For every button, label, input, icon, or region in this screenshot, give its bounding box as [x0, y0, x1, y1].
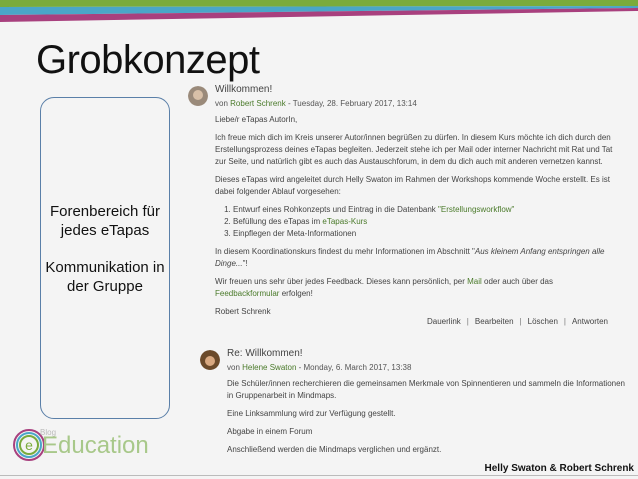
by-label: von	[215, 99, 228, 108]
post-actions: Dauerlink | Bearbeiten | Löschen | Antworten	[426, 317, 608, 326]
post-date: - Tuesday, 28. February 2017, 13:14	[285, 99, 417, 108]
avatar	[188, 86, 208, 106]
steps-list: Entwurf eines Rohkonzepts und Eintrag in…	[215, 204, 615, 240]
box-line: Kommunikation in der Gruppe	[45, 259, 165, 295]
step-text: Entwurf eines Rohkonzepts und Eintrag in…	[233, 205, 439, 214]
svg-text:e: e	[25, 437, 33, 453]
author-link[interactable]: Helene Swaton	[242, 363, 296, 372]
list-item: Einpflegen der Meta-Informationen	[233, 228, 615, 240]
step-text: Befüllung des eTapas im	[233, 217, 323, 226]
forum-post: Willkommen! von Robert Schrenk - Tuesday…	[188, 84, 618, 334]
paragraph: In diesem Koordinationskurs findest du m…	[215, 246, 615, 270]
post-meta: von Helene Swaton - Monday, 6. March 201…	[227, 362, 411, 374]
mail-link[interactable]: Mail	[467, 277, 482, 286]
feedback-form-link[interactable]: Feedbackformular	[215, 289, 279, 298]
description-box: Forenbereich für jedes eTapas Kommunikat…	[40, 97, 170, 419]
forum-post: Re: Willkommen! von Helene Swaton - Mond…	[200, 348, 630, 458]
paragraph: Ich freue mich dich im Kreis unserer Aut…	[215, 133, 613, 166]
slide-footer: Helly Swaton & Robert Schrenk	[484, 463, 634, 474]
delete-link[interactable]: Löschen	[528, 317, 558, 326]
paragraph: Dieses eTapas wird angeleitet durch Hell…	[215, 175, 610, 196]
step-text: Einpflegen der Meta-Informationen	[233, 229, 357, 238]
author-link[interactable]: Robert Schrenk	[230, 99, 286, 108]
divider	[0, 475, 638, 476]
post-date: - Monday, 6. March 2017, 13:38	[296, 363, 412, 372]
box-line: Forenbereich für jedes eTapas	[49, 203, 161, 239]
decorative-stripes	[0, 0, 638, 22]
text: In diesem Koordinationskurs findest du m…	[215, 247, 475, 256]
post-title: Re: Willkommen!	[227, 348, 303, 359]
logo-text: Education	[42, 432, 149, 459]
slide-title: Grobkonzept	[36, 38, 260, 82]
paragraph: Abgabe in einem Forum	[227, 427, 313, 436]
post-title: Willkommen!	[215, 84, 273, 95]
by-label: von	[227, 363, 240, 372]
greeting: Liebe/r eTapas AutorIn,	[215, 115, 298, 124]
paragraph: Wir freuen uns sehr über jedes Feedback.…	[215, 276, 615, 300]
post-meta: von Robert Schrenk - Tuesday, 28. Februa…	[215, 98, 417, 110]
text: "!	[242, 259, 248, 268]
reply-link[interactable]: Antworten	[572, 317, 608, 326]
paragraph: Die Schüler/innen recherchieren die geme…	[227, 379, 625, 400]
step-link[interactable]: "Erstellungsworkflow"	[438, 205, 514, 214]
list-item: Befüllung des eTapas im eTapas-Kurs	[233, 216, 615, 228]
edit-link[interactable]: Bearbeiten	[475, 317, 514, 326]
permalink-link[interactable]: Dauerlink	[427, 317, 461, 326]
text: erfolgen!	[279, 289, 313, 298]
text: Wir freuen uns sehr über jedes Feedback.…	[215, 277, 468, 286]
post-body: Liebe/r eTapas AutorIn, Ich freue mich d…	[215, 114, 615, 324]
step-link[interactable]: eTapas-Kurs	[322, 217, 367, 226]
avatar	[200, 350, 220, 370]
post-body: Die Schüler/innen recherchieren die geme…	[227, 378, 627, 462]
list-item: Entwurf eines Rohkonzepts und Eintrag in…	[233, 204, 615, 216]
text: oder auch über das	[481, 277, 553, 286]
paragraph: Anschließend werden die Mindmaps verglic…	[227, 445, 442, 454]
paragraph: Eine Linksammlung wird zur Verfügung ges…	[227, 409, 396, 418]
